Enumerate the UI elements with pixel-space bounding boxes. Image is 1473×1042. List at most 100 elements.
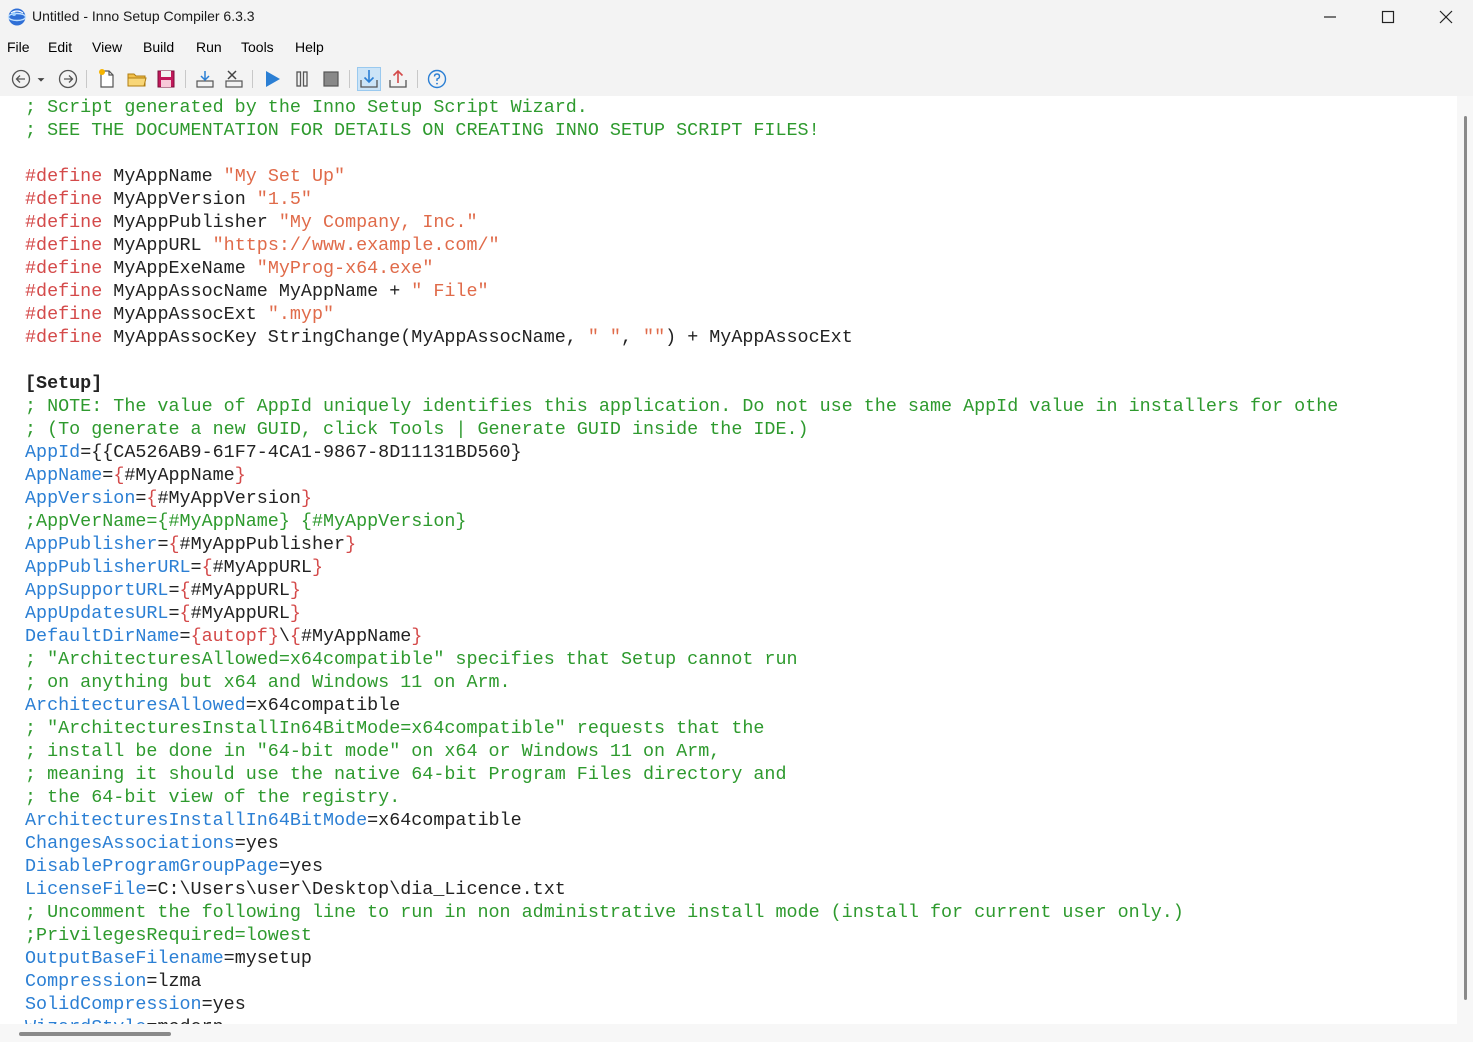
code-token: " File" bbox=[411, 281, 489, 302]
stop-button[interactable] bbox=[319, 67, 343, 91]
code-line[interactable]: AppId={{CA526AB9-61F7-4CA1-9867-8D11131B… bbox=[25, 441, 1338, 464]
code-line[interactable]: ; install be done in "64-bit mode" on x6… bbox=[25, 740, 1338, 763]
pause-button[interactable] bbox=[290, 67, 314, 91]
target-uninstall-button[interactable] bbox=[386, 67, 410, 91]
code-token: DisableProgramGroupPage bbox=[25, 856, 279, 877]
stop-compile-button[interactable] bbox=[222, 67, 246, 91]
code-token: Compression bbox=[25, 971, 147, 992]
code-line[interactable]: LicenseFile=C:\Users\user\Desktop\dia_Li… bbox=[25, 878, 1338, 901]
code-line[interactable]: ChangesAssociations=yes bbox=[25, 832, 1338, 855]
menu-help[interactable]: Help bbox=[295, 39, 324, 55]
code-token: "My Company, Inc." bbox=[278, 212, 478, 233]
code-line[interactable]: ; the 64-bit view of the registry. bbox=[25, 786, 1338, 809]
menu-tools[interactable]: Tools bbox=[241, 39, 274, 55]
code-token: LicenseFile bbox=[25, 879, 147, 900]
code-token: = bbox=[190, 557, 202, 578]
target-setup-button[interactable] bbox=[357, 67, 381, 91]
back-button[interactable] bbox=[9, 67, 33, 91]
menu-edit[interactable]: Edit bbox=[48, 39, 72, 55]
code-token: MyAppAssocKey StringChange(MyAppAssocNam… bbox=[102, 327, 588, 348]
code-line[interactable]: #define MyAppExeName "MyProg-x64.exe" bbox=[25, 257, 1338, 280]
script-editor[interactable]: ; Script generated by the Inno Setup Scr… bbox=[0, 96, 1457, 1024]
code-line[interactable]: ; Uncomment the following line to run in… bbox=[25, 901, 1338, 924]
code-line[interactable]: AppSupportURL={#MyAppURL} bbox=[25, 579, 1338, 602]
code-line[interactable]: ; (To generate a new GUID, click Tools |… bbox=[25, 418, 1338, 441]
code-line[interactable] bbox=[25, 349, 1338, 372]
code-line[interactable]: SolidCompression=yes bbox=[25, 993, 1338, 1016]
code-line[interactable]: DefaultDirName={autopf}\{#MyAppName} bbox=[25, 625, 1338, 648]
menu-build[interactable]: Build bbox=[143, 39, 174, 55]
code-token: =C:\Users\user\Desktop\dia_Licence.txt bbox=[146, 879, 566, 900]
code-token: ; the 64-bit view of the registry. bbox=[25, 787, 401, 808]
code-line[interactable]: #define MyAppAssocKey StringChange(MyApp… bbox=[25, 326, 1338, 349]
maximize-button[interactable] bbox=[1359, 0, 1417, 34]
code-line[interactable]: AppPublisher={#MyAppPublisher} bbox=[25, 533, 1338, 556]
back-history-dropdown[interactable] bbox=[34, 67, 48, 91]
code-line[interactable]: ArchitecturesAllowed=x64compatible bbox=[25, 694, 1338, 717]
code-token: } bbox=[300, 488, 312, 509]
code-line[interactable]: WizardStyle=modern bbox=[25, 1016, 1338, 1024]
vertical-scroll-thumb[interactable] bbox=[1464, 116, 1467, 1000]
code-token: ChangesAssociations bbox=[25, 833, 235, 854]
code-line[interactable]: Compression=lzma bbox=[25, 970, 1338, 993]
code-token: WizardStyle bbox=[25, 1017, 146, 1024]
code-token: AppPublisher bbox=[25, 534, 158, 555]
code-line[interactable]: AppVersion={#MyAppVersion} bbox=[25, 487, 1338, 510]
code-token: , bbox=[620, 327, 644, 348]
code-line[interactable]: [Setup] bbox=[25, 372, 1338, 395]
code-line[interactable]: #define MyAppURL "https://www.example.co… bbox=[25, 234, 1338, 257]
code-token: #define bbox=[25, 258, 103, 279]
code-line[interactable]: ; "ArchitecturesInstallIn64BitMode=x64co… bbox=[25, 717, 1338, 740]
script-code[interactable]: ; Script generated by the Inno Setup Scr… bbox=[25, 96, 1338, 1024]
save-button[interactable] bbox=[154, 67, 178, 91]
code-token: = bbox=[168, 580, 180, 601]
code-line[interactable]: ; Script generated by the Inno Setup Scr… bbox=[25, 96, 1338, 119]
open-button[interactable] bbox=[125, 67, 149, 91]
run-button[interactable] bbox=[260, 67, 284, 91]
code-line[interactable]: ArchitecturesInstallIn64BitMode=x64compa… bbox=[25, 809, 1338, 832]
close-button[interactable] bbox=[1417, 0, 1473, 34]
code-line[interactable]: #define MyAppAssocExt ".myp" bbox=[25, 303, 1338, 326]
code-token: ; "ArchitecturesInstallIn64BitMode=x64co… bbox=[25, 718, 765, 739]
code-line[interactable]: ; on anything but x64 and Windows 11 on … bbox=[25, 671, 1338, 694]
code-line[interactable]: ; meaning it should use the native 64-bi… bbox=[25, 763, 1338, 786]
compile-button[interactable] bbox=[193, 67, 217, 91]
code-line[interactable]: ; "ArchitecturesAllowed=x64compatible" s… bbox=[25, 648, 1338, 671]
code-line[interactable]: DisableProgramGroupPage=yes bbox=[25, 855, 1338, 878]
minimize-button[interactable] bbox=[1301, 0, 1359, 34]
code-line[interactable] bbox=[25, 142, 1338, 165]
help-button[interactable] bbox=[425, 67, 449, 91]
code-token: =lzma bbox=[146, 971, 202, 992]
horizontal-scrollbar[interactable] bbox=[0, 1024, 1457, 1042]
menu-file[interactable]: File bbox=[7, 39, 30, 55]
scrollbar-corner bbox=[1457, 1024, 1473, 1042]
new-button[interactable] bbox=[95, 67, 119, 91]
vertical-scrollbar[interactable] bbox=[1457, 96, 1473, 1024]
code-line[interactable]: AppUpdatesURL={#MyAppURL} bbox=[25, 602, 1338, 625]
code-line[interactable]: #define MyAppVersion "1.5" bbox=[25, 188, 1338, 211]
code-line[interactable]: AppPublisherURL={#MyAppURL} bbox=[25, 556, 1338, 579]
code-token: ;AppVerName={#MyAppName} {#MyAppVersion} bbox=[25, 511, 467, 532]
menu-run[interactable]: Run bbox=[196, 39, 222, 55]
forward-button[interactable] bbox=[56, 67, 80, 91]
open-folder-icon bbox=[127, 73, 147, 87]
code-line[interactable]: #define MyAppPublisher "My Company, Inc.… bbox=[25, 211, 1338, 234]
menu-view[interactable]: View bbox=[92, 39, 122, 55]
code-line[interactable]: ; NOTE: The value of AppId uniquely iden… bbox=[25, 395, 1338, 418]
code-token: { bbox=[168, 534, 180, 555]
back-arrow-icon bbox=[11, 69, 31, 89]
code-line[interactable]: ;PrivilegesRequired=lowest bbox=[25, 924, 1338, 947]
code-line[interactable]: AppName={#MyAppName} bbox=[25, 464, 1338, 487]
code-line[interactable]: #define MyAppName "My Set Up" bbox=[25, 165, 1338, 188]
horizontal-scroll-thumb[interactable] bbox=[19, 1032, 171, 1036]
code-token: AppSupportURL bbox=[25, 580, 169, 601]
window-title: Untitled - Inno Setup Compiler 6.3.3 bbox=[32, 8, 255, 24]
code-line[interactable]: #define MyAppAssocName MyAppName + " Fil… bbox=[25, 280, 1338, 303]
code-token: =yes bbox=[278, 856, 323, 877]
code-token: #define bbox=[25, 212, 103, 233]
code-line[interactable]: OutputBaseFilename=mysetup bbox=[25, 947, 1338, 970]
code-line[interactable]: ; SEE THE DOCUMENTATION FOR DETAILS ON C… bbox=[25, 119, 1338, 142]
code-token: { bbox=[179, 603, 191, 624]
code-token: AppVersion bbox=[25, 488, 136, 509]
code-line[interactable]: ;AppVerName={#MyAppName} {#MyAppVersion} bbox=[25, 510, 1338, 533]
